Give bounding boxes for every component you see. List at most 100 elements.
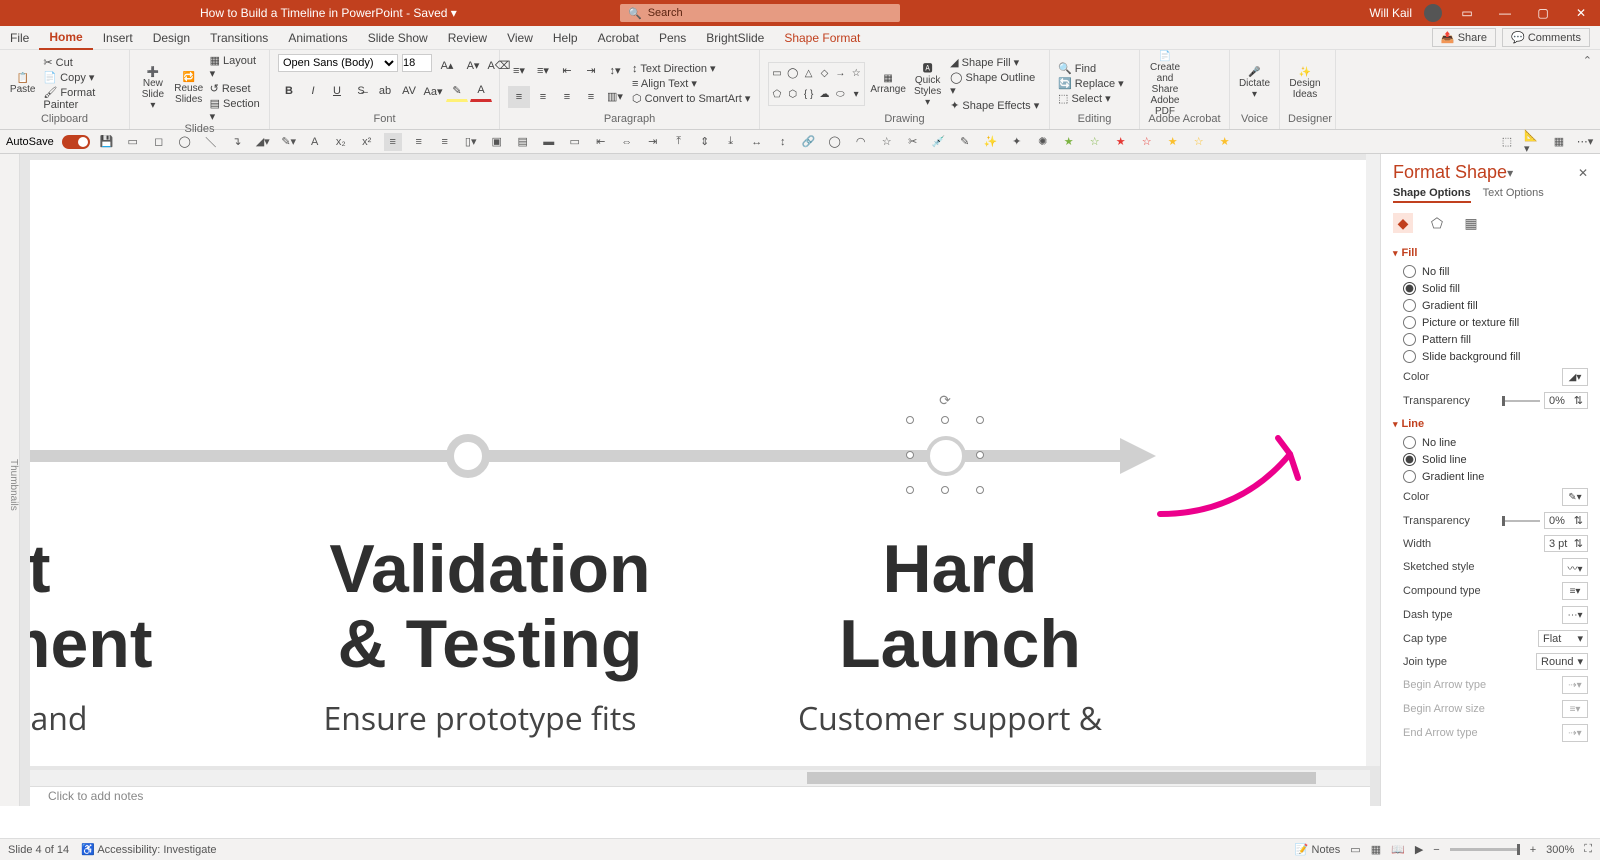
radio-no-fill[interactable] [1403, 265, 1416, 278]
numbering-icon[interactable]: ≡▾ [532, 60, 554, 82]
headline-2b[interactable]: & Testing [338, 606, 643, 682]
quick-styles-button[interactable]: 🅰Quick Styles ▾ [911, 64, 944, 104]
copy-button[interactable]: 📄 Copy ▾ [43, 71, 121, 84]
arrange-button[interactable]: ▦Arrange [871, 64, 905, 104]
line-width-value[interactable]: 3 pt⇅ [1544, 535, 1588, 552]
horizontal-scrollbar[interactable] [30, 770, 1370, 786]
highlight-icon[interactable]: ✎ [446, 80, 468, 102]
pane-menu-icon[interactable]: ▾ [1507, 166, 1513, 180]
paste-button[interactable]: 📋Paste [8, 64, 37, 104]
qat-grid-icon[interactable]: ▦ [1550, 133, 1568, 151]
tab-slideshow[interactable]: Slide Show [358, 27, 438, 49]
font-size-input[interactable] [402, 54, 432, 72]
tab-transitions[interactable]: Transitions [200, 27, 278, 49]
fill-transparency-value[interactable]: 0%⇅ [1544, 392, 1588, 409]
tab-brightslide[interactable]: BrightSlide [696, 27, 774, 49]
underline-icon[interactable]: U [326, 80, 348, 102]
notes-area[interactable]: Click to add notes [30, 786, 1370, 806]
tab-pens[interactable]: Pens [649, 27, 696, 49]
strike-icon[interactable]: S̶ [350, 80, 372, 102]
headline-3a[interactable]: Hard [883, 531, 1038, 607]
reuse-slides-button[interactable]: 🔁Reuse Slides [174, 69, 204, 109]
columns-icon[interactable]: ▥▾ [604, 86, 626, 108]
collapse-ribbon-icon[interactable]: ⌃ [1583, 54, 1592, 67]
qat-sup-icon[interactable]: x² [358, 133, 376, 151]
ribbon-display-icon[interactable]: ▭ [1454, 6, 1480, 20]
increase-indent-icon[interactable]: ⇥ [580, 60, 602, 82]
fit-window-icon[interactable]: ⛶ [1584, 843, 1592, 856]
subtext-2[interactable]: Ensure prototype fits [260, 700, 700, 738]
view-slideshow-icon[interactable]: ▶ [1415, 843, 1423, 856]
qat-star-icon[interactable]: ☆ [878, 133, 896, 151]
tab-review[interactable]: Review [438, 27, 497, 49]
headline-3b[interactable]: Launch [839, 606, 1081, 682]
user-avatar[interactable] [1424, 4, 1442, 22]
headline-1b[interactable]: ment [30, 606, 152, 682]
sketched-dropdown[interactable]: 〰▾ [1562, 558, 1588, 576]
radio-pattern-fill[interactable] [1403, 333, 1416, 346]
reset-button[interactable]: ↺ Reset [210, 82, 261, 95]
subtext-3[interactable]: Customer support & [730, 700, 1170, 738]
pane-tab-text-options[interactable]: Text Options [1483, 187, 1544, 203]
qat-rect-icon[interactable]: ▭ [124, 133, 142, 151]
qat-splat-icon[interactable]: ✺ [1034, 133, 1052, 151]
radio-solid-line[interactable] [1403, 453, 1416, 466]
timeline-arrowhead[interactable] [1120, 438, 1156, 474]
slide[interactable]: ⟳ ct ment Validation & Testing Hard Laun… [30, 160, 1370, 766]
select-button[interactable]: ⬚ Select ▾ [1058, 92, 1124, 105]
shape-fill-button[interactable]: ◢ Shape Fill ▾ [950, 56, 1041, 69]
qat-line-icon[interactable]: ＼ [202, 133, 220, 151]
qat-circle-tool-icon[interactable]: ◯ [826, 133, 844, 151]
tab-home[interactable]: Home [39, 26, 92, 50]
radio-slidebg-fill[interactable] [1403, 350, 1416, 363]
replace-button[interactable]: 🔄 Replace ▾ [1058, 77, 1124, 90]
hscroll-thumb[interactable] [807, 772, 1316, 784]
qat-more-icon[interactable]: ⋯▾ [1576, 133, 1594, 151]
qat-square-icon[interactable]: ◻ [150, 133, 168, 151]
fill-color-picker[interactable]: ◢▾ [1562, 368, 1588, 386]
qat-arc-icon[interactable]: ◠ [852, 133, 870, 151]
rotate-handle-icon[interactable]: ⟳ [939, 392, 951, 409]
pane-close-icon[interactable]: ✕ [1570, 166, 1588, 180]
line-spacing-icon[interactable]: ↕▾ [604, 60, 626, 82]
zoom-slider[interactable] [1450, 848, 1520, 851]
qat-measure-icon[interactable]: 📐▾ [1524, 133, 1542, 151]
qat-bringfront-icon[interactable]: ▬ [540, 133, 558, 151]
align-center-icon[interactable]: ≡ [532, 86, 554, 108]
qat-crop-icon[interactable]: ✂ [904, 133, 922, 151]
cut-button[interactable]: ✂ Cut [43, 56, 121, 69]
selection-handles[interactable]: ⟳ [910, 420, 980, 490]
shape-effects-button[interactable]: ✦ Shape Effects ▾ [950, 99, 1041, 112]
qat-selection-icon[interactable]: ⬚ [1498, 133, 1516, 151]
qat-align-top-obj-icon[interactable]: ⤒ [670, 133, 688, 151]
accessibility-status[interactable]: ♿ Accessibility: Investigate [81, 843, 216, 856]
zoom-level[interactable]: 300% [1546, 844, 1574, 856]
compound-dropdown[interactable]: ≡▾ [1562, 582, 1588, 600]
char-spacing-icon[interactable]: AV [398, 80, 420, 102]
view-sorter-icon[interactable]: ▦ [1371, 843, 1381, 856]
shadow-icon[interactable]: ab [374, 80, 396, 102]
qat-textbox-icon[interactable]: A [306, 133, 324, 151]
qat-sparkle-icon[interactable]: ✦ [1008, 133, 1026, 151]
increase-font-icon[interactable]: A▴ [436, 54, 458, 76]
tab-acrobat[interactable]: Acrobat [588, 27, 649, 49]
fill-section-header[interactable]: ▾Fill [1393, 247, 1588, 259]
radio-gradient-line[interactable] [1403, 470, 1416, 483]
design-ideas-button[interactable]: ✨Design Ideas [1288, 64, 1322, 104]
qat-align-center-obj-icon[interactable]: ⇔ [618, 133, 636, 151]
text-direction-button[interactable]: ↕ Text Direction ▾ [632, 62, 750, 75]
tab-shape-format[interactable]: Shape Format [774, 27, 870, 49]
bullets-icon[interactable]: ≡▾ [508, 60, 530, 82]
qat-sub-icon[interactable]: x₂ [332, 133, 350, 151]
cap-dropdown[interactable]: Flat▾ [1538, 630, 1588, 647]
line-color-picker[interactable]: ✎▾ [1562, 488, 1588, 506]
vertical-scrollbar[interactable] [1366, 154, 1380, 766]
qat-connector-icon[interactable]: ↴ [228, 133, 246, 151]
minimize-icon[interactable]: — [1492, 6, 1518, 20]
line-section-header[interactable]: ▾Line [1393, 418, 1588, 430]
view-normal-icon[interactable]: ▭ [1350, 843, 1360, 856]
radio-solid-fill[interactable] [1403, 282, 1416, 295]
qat-star4-icon[interactable]: ☆ [1138, 133, 1156, 151]
font-color-icon[interactable]: A [470, 80, 492, 102]
search-box[interactable]: 🔍 Search [620, 4, 900, 22]
